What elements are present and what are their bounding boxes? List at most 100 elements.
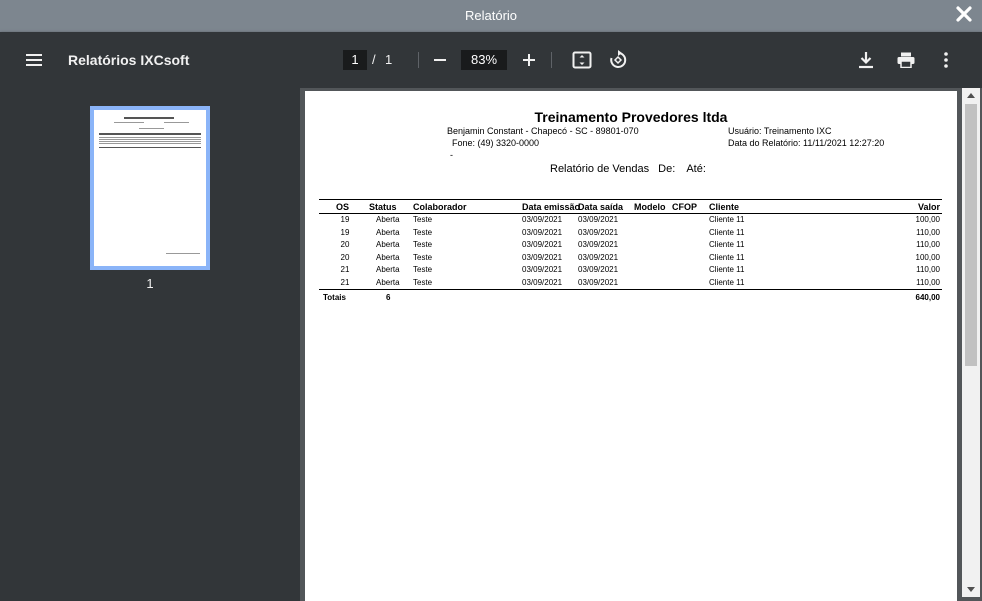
cell-data-emissao: 03/09/2021 xyxy=(522,252,563,262)
cell-os: 20 xyxy=(340,252,350,262)
col-data-emissao: Data emissão xyxy=(522,202,581,212)
thumb-text-line xyxy=(139,128,164,129)
cell-data-saida: 03/09/2021 xyxy=(578,240,619,249)
cell-cliente: Cliente 11 xyxy=(709,240,745,249)
cell-data-saida: 03/09/2021 xyxy=(578,277,619,287)
cell-data-emissao: 03/09/2021 xyxy=(522,215,563,224)
cell-data-emissao: 03/09/2021 xyxy=(522,227,563,237)
col-os: OS xyxy=(336,202,350,212)
cell-status: Aberta xyxy=(376,265,400,274)
cell-cliente: Cliente 11 xyxy=(709,252,745,262)
fit-page-icon[interactable] xyxy=(567,45,597,75)
download-icon[interactable] xyxy=(851,45,881,75)
cell-valor: 110,00 xyxy=(916,277,940,287)
cell-data-saida: 03/09/2021 xyxy=(578,215,619,224)
col-modelo: Modelo xyxy=(634,202,666,212)
totals-count: 6 xyxy=(386,293,391,302)
cell-data-saida: 03/09/2021 xyxy=(578,252,619,262)
cell-valor: 100,00 xyxy=(915,252,940,262)
table-top-rule xyxy=(319,199,942,200)
thumb-footer-line xyxy=(166,253,200,254)
cell-data-saida: 03/09/2021 xyxy=(578,265,619,274)
thumb-title-line xyxy=(124,117,174,119)
cell-status: Aberta xyxy=(376,240,400,249)
zoom-out-icon[interactable] xyxy=(425,45,455,75)
cell-valor: 110,00 xyxy=(916,227,940,237)
cell-os: 21 xyxy=(340,265,350,274)
cell-status: Aberta xyxy=(376,277,400,287)
document-title: Relatórios IXCsoft xyxy=(68,52,190,68)
pdf-toolbar: Relatórios IXCsoft 1 / 1 83% xyxy=(0,32,982,88)
totals-label: Totais xyxy=(323,293,346,302)
header-bottom-rule xyxy=(319,213,942,214)
col-cfop: CFOP xyxy=(672,202,698,212)
col-data-saida: Data saída xyxy=(578,202,624,212)
cell-status: Aberta xyxy=(376,227,400,237)
to-label: Até: xyxy=(686,163,706,175)
zoom-in-icon[interactable] xyxy=(514,45,544,75)
cell-colaborador: Teste xyxy=(413,265,433,274)
scroll-up-icon[interactable] xyxy=(966,91,976,101)
page-separator: / xyxy=(372,52,376,67)
cell-colaborador: Teste xyxy=(413,240,433,249)
cell-valor: 100,00 xyxy=(915,215,940,224)
cell-os: 19 xyxy=(340,215,350,224)
vertical-scrollbar[interactable] xyxy=(962,88,980,597)
scrollbar-thumb[interactable] xyxy=(965,104,977,366)
cell-valor: 110,00 xyxy=(916,240,940,249)
cell-data-saida: 03/09/2021 xyxy=(578,227,619,237)
col-valor: Valor xyxy=(917,202,940,212)
col-cliente: Cliente xyxy=(709,202,740,212)
report-user: Usuário: Treinamento IXC xyxy=(728,126,832,136)
cell-colaborador: Teste xyxy=(413,227,433,237)
modal-title: Relatório xyxy=(464,8,518,23)
thumb-total-line xyxy=(99,147,201,148)
cell-cliente: Cliente 11 xyxy=(709,227,745,237)
page-number-input[interactable]: 1 xyxy=(343,50,367,70)
pdf-viewer: Treinamento Provedores ltda Benjamin Con… xyxy=(300,88,982,601)
cell-data-emissao: 03/09/2021 xyxy=(522,240,563,249)
thumb-table-rows xyxy=(99,137,201,145)
report-title: Relatório de Vendas xyxy=(550,163,650,175)
thumb-table-header xyxy=(99,133,201,135)
report-title-line: Relatório de Vendas De: Até: xyxy=(550,163,706,175)
cell-data-emissao: 03/09/2021 xyxy=(522,265,563,274)
cell-colaborador: Teste xyxy=(413,277,433,287)
toolbar-divider xyxy=(551,52,552,68)
cell-status: Aberta xyxy=(376,215,400,224)
cell-cliente: Cliente 11 xyxy=(709,277,745,287)
totals-rule xyxy=(319,289,942,290)
scroll-down-icon[interactable] xyxy=(966,584,976,594)
company-phone: Fone: (49) 3320-0000 xyxy=(452,138,540,148)
thumbnail-label: 1 xyxy=(146,276,154,291)
toolbar-divider xyxy=(418,52,419,68)
hamburger-menu-icon[interactable] xyxy=(19,45,49,75)
company-extra: - xyxy=(450,150,453,160)
cell-status: Aberta xyxy=(376,252,400,262)
cell-colaborador: Teste xyxy=(413,252,433,262)
thumb-text-line xyxy=(114,122,144,123)
close-icon[interactable] xyxy=(955,5,973,23)
totals-value: 640,00 xyxy=(915,293,940,302)
report-date: Data do Relatório: 11/11/2021 12:27:20 xyxy=(728,138,885,148)
company-address: Benjamin Constant - Chapecó - SC - 89801… xyxy=(447,126,639,136)
col-colaborador: Colaborador xyxy=(413,202,467,212)
cell-os: 19 xyxy=(340,227,350,237)
cell-os: 21 xyxy=(340,277,350,287)
cell-colaborador: Teste xyxy=(413,215,433,224)
col-status: Status xyxy=(369,202,397,212)
more-vert-icon[interactable] xyxy=(931,45,961,75)
modal-title-bar: Relatório xyxy=(0,0,982,32)
report-page: Treinamento Provedores ltda Benjamin Con… xyxy=(305,91,957,601)
thumb-text-line xyxy=(164,122,189,123)
zoom-input[interactable]: 83% xyxy=(461,50,507,70)
company-name: Treinamento Provedores ltda xyxy=(534,109,728,125)
cell-cliente: Cliente 11 xyxy=(709,265,745,274)
page-total: 1 xyxy=(385,52,393,67)
page-thumbnail[interactable] xyxy=(90,106,210,270)
cell-os: 20 xyxy=(340,240,350,249)
rotate-icon[interactable] xyxy=(603,45,633,75)
cell-valor: 110,00 xyxy=(916,265,940,274)
print-icon[interactable] xyxy=(891,45,921,75)
cell-cliente: Cliente 11 xyxy=(709,215,745,224)
